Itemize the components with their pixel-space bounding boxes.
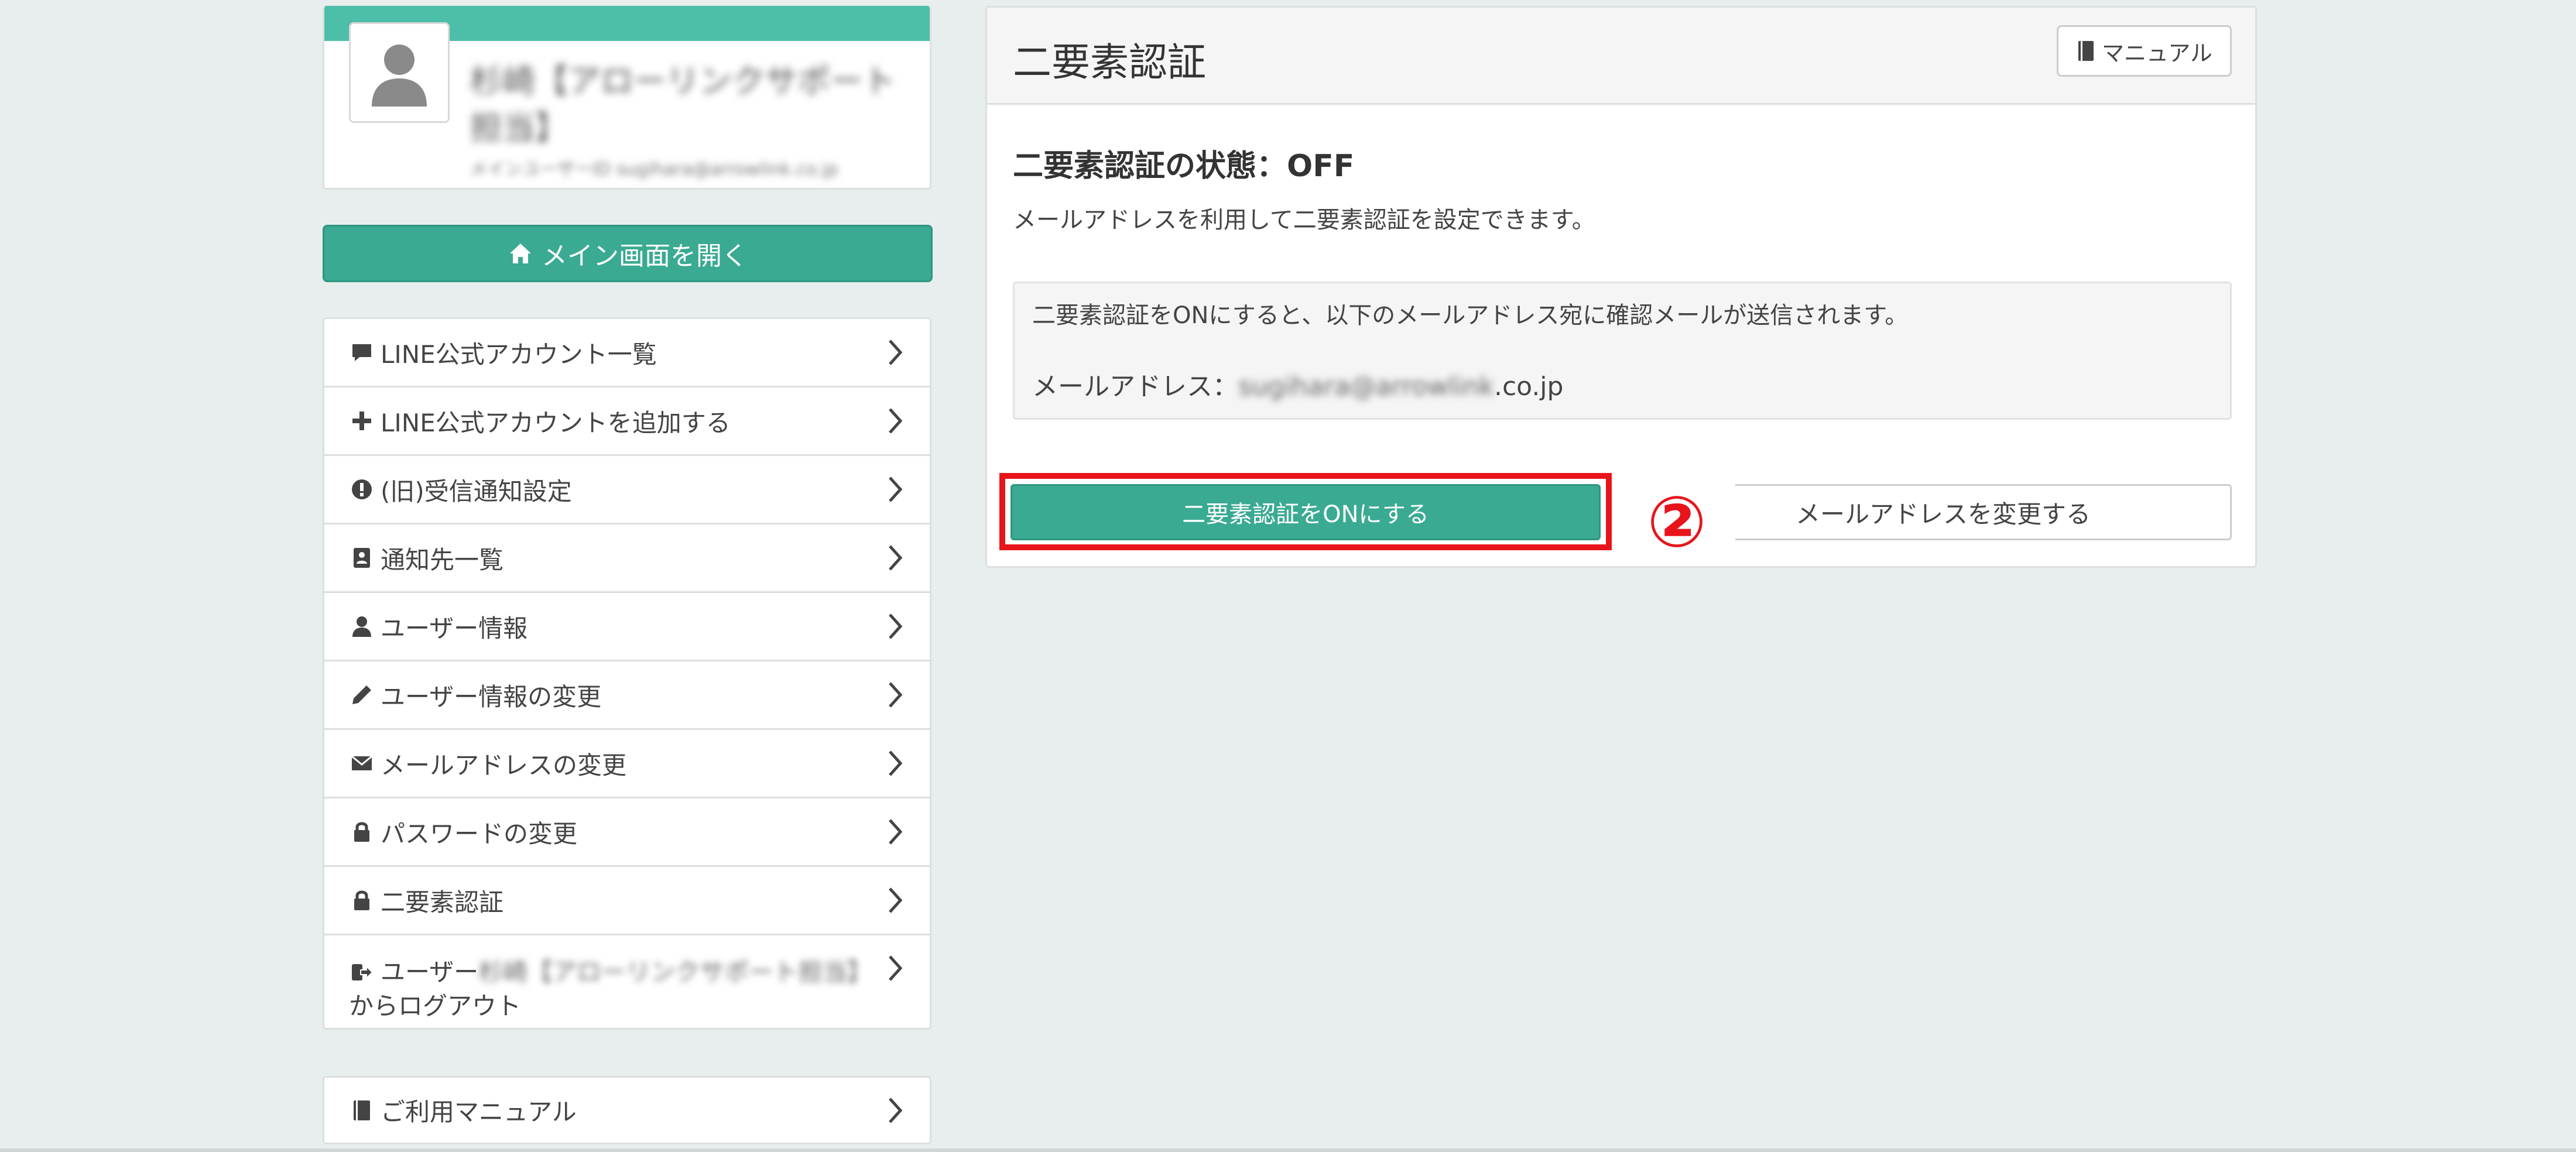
change-email-label: メールアドレスを変更する — [1795, 499, 2091, 529]
panel-header: 二要素認証 マニュアル — [987, 8, 2255, 105]
sidebar-item-old-notification-settings[interactable]: (旧)受信通知設定 — [324, 456, 930, 524]
email-display: メールアドレス：sugihara@arrowlink.co.jp — [1032, 365, 1563, 403]
book-icon — [349, 1098, 375, 1123]
sidebar-item-label: (旧)受信通知設定 — [381, 476, 572, 506]
sidebar-item-label: LINE公式アカウントを追加する — [381, 408, 731, 437]
sidebar-item-label: 二要素認証 — [381, 887, 504, 917]
plus-icon — [349, 408, 375, 434]
open-main-screen-label: メイン画面を開く — [542, 241, 748, 271]
logout-prefix: ユーザー — [381, 958, 479, 986]
sidebar-item-add-line-account[interactable]: LINE公式アカウントを追加する — [324, 388, 930, 456]
page-bottom-border — [0, 1148, 2576, 1152]
status-heading: 二要素認証の状態：OFF — [1013, 149, 1355, 184]
chevron-right-icon — [889, 408, 903, 434]
sidebar-item-label: LINE公式アカウント一覧 — [381, 340, 657, 369]
chevron-right-icon — [889, 340, 903, 365]
profile-card: 杉崎【アローリンクサポート担当】 メインユーザーID sugihara@arro… — [323, 6, 931, 190]
chevron-right-icon — [889, 1097, 903, 1123]
lock-icon — [349, 819, 375, 845]
sidebar-item-user-info[interactable]: ユーザー情報 — [324, 593, 930, 661]
chevron-right-icon — [889, 750, 903, 776]
sidebar-item-label: ご利用マニュアル — [381, 1098, 577, 1126]
sidebar-item-label: ユーザー情報 — [381, 613, 528, 643]
sidebar-item-change-email[interactable]: メールアドレスの変更 — [324, 730, 930, 798]
sidebar-item-logout[interactable]: ユーザー杉崎【アローリンクサポート担当】 からログアウト — [324, 935, 930, 1028]
logout-label: ユーザー杉崎【アローリンクサポート担当】 からログアウト — [349, 955, 882, 1023]
manual-button-label: マニュアル — [2102, 40, 2212, 66]
chevron-right-icon — [889, 819, 903, 845]
chevron-right-icon — [889, 545, 903, 571]
lock-icon — [349, 887, 375, 913]
page: 杉崎【アローリンクサポート担当】 メインユーザーID sugihara@arro… — [0, 0, 2576, 1152]
enable-two-factor-label: 二要素認証をONにする — [1182, 501, 1429, 528]
contact-book-icon — [349, 545, 375, 571]
sidebar-item-notification-targets[interactable]: 通知先一覧 — [324, 524, 930, 593]
exclamation-circle-icon — [349, 476, 375, 502]
enable-two-factor-button[interactable]: 二要素認証をONにする — [1010, 484, 1601, 540]
comment-icon — [349, 340, 375, 365]
email-domain: .co.jp — [1494, 372, 1564, 402]
sign-out-icon — [349, 959, 375, 985]
sidebar-item-label: ユーザー情報の変更 — [381, 682, 602, 711]
page-title: 二要素認証 — [1013, 40, 1206, 85]
sidebar-item-change-password[interactable]: パスワードの変更 — [324, 798, 930, 867]
envelope-icon — [349, 750, 375, 776]
chevron-right-icon — [889, 682, 903, 708]
email-label: メールアドレス： — [1032, 372, 1238, 402]
sidebar-item-line-accounts[interactable]: LINE公式アカウント一覧 — [324, 319, 930, 388]
chevron-right-icon — [889, 955, 903, 981]
pencil-icon — [349, 682, 375, 708]
sidebar-item-two-factor-auth[interactable]: 二要素認証 — [324, 867, 930, 935]
info-box: 二要素認証をONにすると、以下のメールアドレス宛に確認メールが送信されます。 メ… — [1013, 282, 2232, 420]
status-description: メールアドレスを利用して二要素認証を設定できます。 — [1013, 207, 1595, 234]
home-icon — [510, 244, 531, 263]
book-icon — [2078, 41, 2094, 61]
chevron-right-icon — [889, 887, 903, 913]
open-main-screen-button[interactable]: メイン画面を開く — [323, 225, 933, 282]
user-icon — [349, 613, 375, 639]
sidebar-item-edit-user-info[interactable]: ユーザー情報の変更 — [324, 661, 930, 730]
logout-suffix: からログアウト — [349, 992, 522, 1020]
sidebar-item-label: メールアドレスの変更 — [381, 750, 627, 780]
sidebar-item-label: 通知先一覧 — [381, 545, 504, 574]
user-silhouette-icon — [372, 44, 427, 107]
avatar — [349, 22, 450, 123]
email-local-part: sugihara@arrowlink — [1238, 372, 1494, 402]
logout-username: 杉崎【アローリンクサポート担当】 — [478, 958, 872, 986]
manual-button[interactable]: マニュアル — [2057, 25, 2232, 77]
profile-user-id: メインユーザーID sugihara@arrowlink.co.jp — [470, 159, 838, 180]
chevron-right-icon — [889, 613, 903, 639]
step-marker: ② — [1618, 470, 1735, 566]
sidebar-menu: LINE公式アカウント一覧 LINE公式アカウントを追加する (旧)受信通知設定… — [323, 317, 931, 1030]
info-text: 二要素認証をONにすると、以下のメールアドレス宛に確認メールが送信されます。 — [1032, 302, 1909, 329]
sidebar-item-user-manual[interactable]: ご利用マニュアル — [323, 1076, 931, 1144]
profile-name: 杉崎【アローリンクサポート担当】 — [470, 63, 896, 148]
two-factor-panel: 二要素認証 マニュアル 二要素認証の状態：OFF メールアドレスを利用して二要素… — [985, 6, 2257, 568]
sidebar-item-label: パスワードの変更 — [381, 819, 578, 848]
chevron-right-icon — [889, 476, 903, 502]
